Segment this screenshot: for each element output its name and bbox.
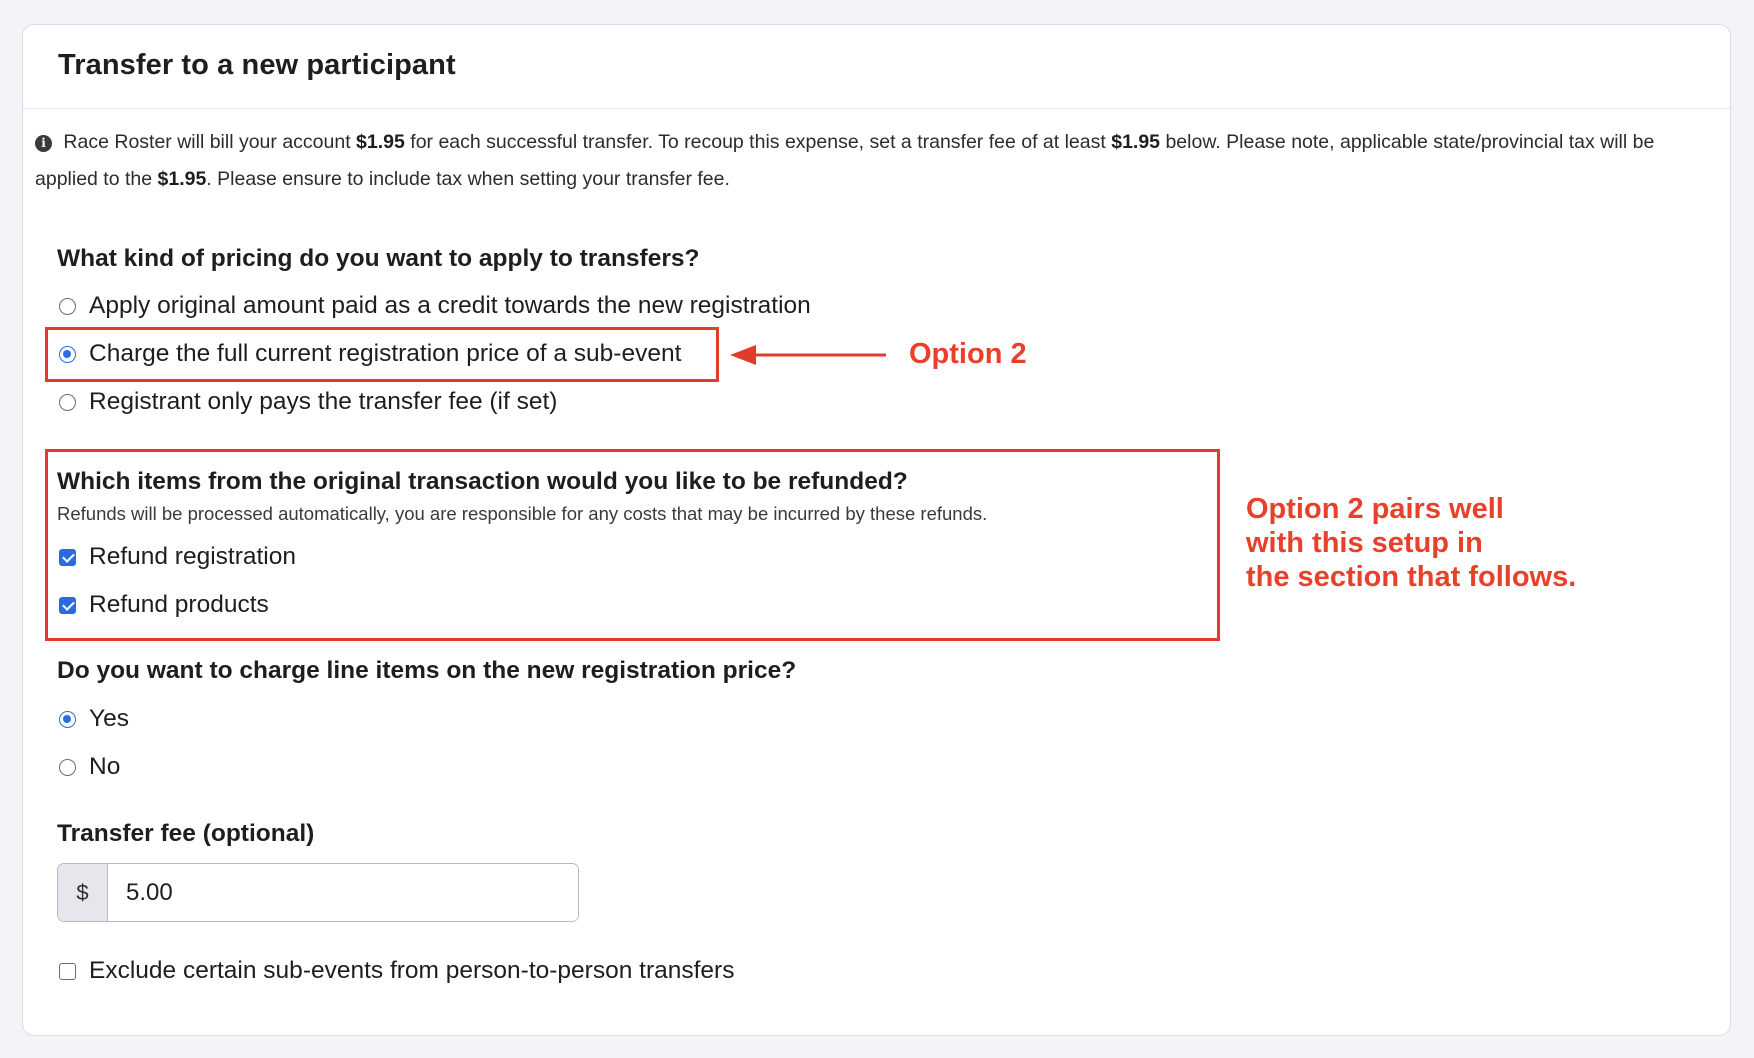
- radio-button[interactable]: [59, 758, 76, 776]
- pricing-question: What kind of pricing do you want to appl…: [57, 245, 700, 272]
- fee-amount: $1.95: [1111, 131, 1161, 153]
- pairs-annotation: Option 2 pairs well with this setup in t…: [1246, 493, 1577, 593]
- refund-products-checkbox[interactable]: Refund products: [59, 591, 269, 619]
- billing-info-text: i Race Roster will bill your account $1.…: [35, 131, 1655, 190]
- pricing-option-transfer-fee-only[interactable]: Registrant only pays the transfer fee (i…: [59, 388, 557, 416]
- option2-highlight-box: [45, 327, 719, 382]
- checkbox-checked[interactable]: [59, 596, 76, 614]
- line-items-no-option[interactable]: No: [59, 753, 120, 781]
- radio-button[interactable]: [59, 393, 76, 411]
- currency-addon: $: [58, 864, 108, 921]
- fee-amount: $1.95: [356, 131, 405, 153]
- transfer-fee-label: Transfer fee (optional): [57, 820, 315, 847]
- transfer-fee-input[interactable]: [108, 864, 578, 921]
- refunds-hint: Refunds will be processed automatically,…: [57, 503, 988, 524]
- annotation-arrow-icon: [730, 345, 886, 365]
- card-title: Transfer to a new participant: [58, 49, 456, 81]
- info-icon: i: [35, 135, 52, 152]
- refunds-question: Which items from the original transactio…: [57, 468, 908, 495]
- refund-registration-checkbox[interactable]: Refund registration: [59, 543, 296, 571]
- checkbox[interactable]: [59, 962, 76, 980]
- line-items-yes-option[interactable]: Yes: [59, 705, 129, 733]
- radio-button[interactable]: [59, 297, 76, 315]
- checkbox-checked[interactable]: [59, 548, 76, 566]
- line-items-question: Do you want to charge line items on the …: [57, 657, 797, 684]
- option2-annotation: Option 2: [909, 338, 1027, 370]
- transfer-fee-input-group: $: [57, 863, 579, 922]
- radio-button-selected[interactable]: [59, 710, 76, 728]
- fee-amount: $1.95: [157, 168, 207, 190]
- exclude-sub-events-checkbox[interactable]: Exclude certain sub-events from person-t…: [59, 957, 734, 985]
- card-header: Transfer to a new participant: [23, 25, 1730, 109]
- pricing-option-credit[interactable]: Apply original amount paid as a credit t…: [59, 292, 811, 320]
